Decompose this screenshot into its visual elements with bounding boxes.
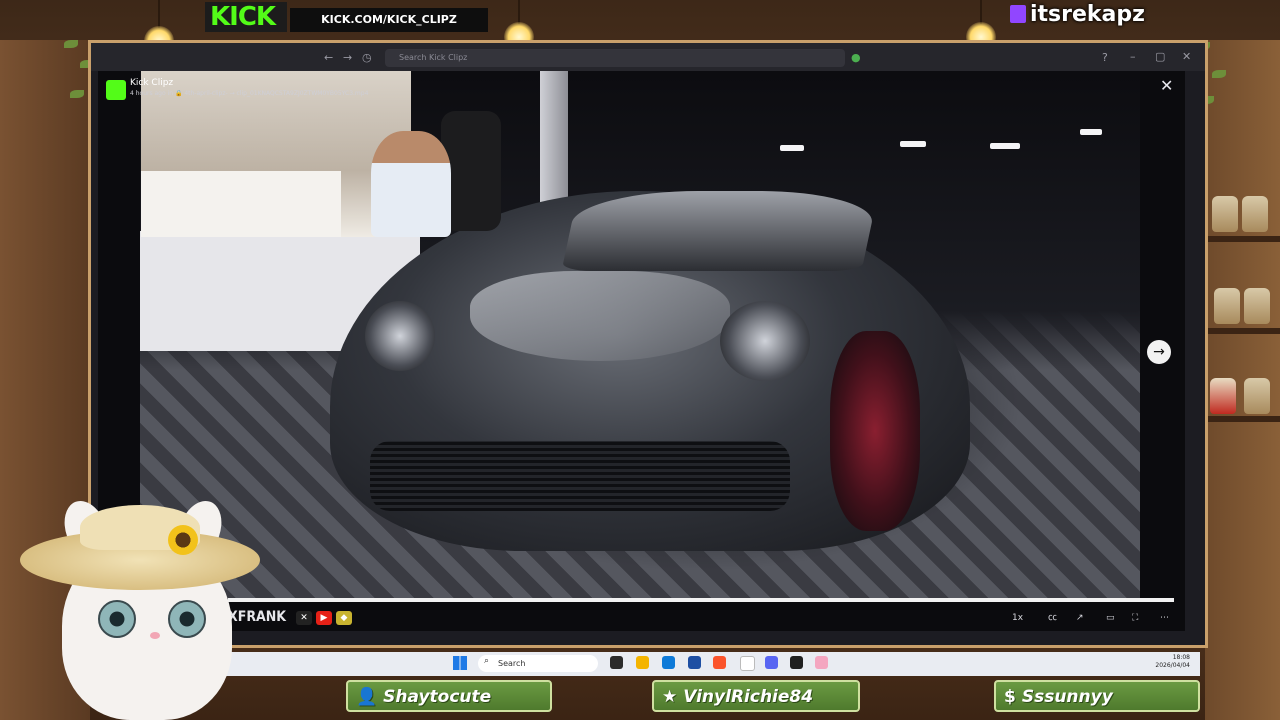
kick-channel-url: KICK.COM/KICK_CLIPZ xyxy=(290,8,488,32)
vine-leaf xyxy=(70,90,84,98)
windows-taskbar xyxy=(222,652,1200,676)
search-icon: ⌕ xyxy=(484,656,490,666)
car-windshield xyxy=(561,191,879,271)
car-wheel xyxy=(830,331,920,531)
cat-nose xyxy=(150,632,160,639)
car-headlight-left xyxy=(365,301,435,371)
extension-icon[interactable]: ● xyxy=(851,51,861,65)
twitch-icon xyxy=(1010,5,1026,23)
twitch-handle-text: itsrekapz xyxy=(1030,2,1145,27)
theater-icon[interactable]: ▭ xyxy=(1106,611,1115,625)
video-progress-fill xyxy=(228,598,1174,602)
jar xyxy=(1244,378,1270,414)
vine-leaf xyxy=(1212,70,1226,78)
star-icon: ★ xyxy=(662,687,678,707)
taskbar-search[interactable]: Search xyxy=(478,655,598,672)
car-grille xyxy=(370,441,790,511)
kick-social-icon: ◆ xyxy=(336,611,352,625)
next-arrow-icon[interactable]: → xyxy=(1147,340,1171,364)
nameplate-follower: 👤 Shaytocute xyxy=(346,680,552,712)
car-headlight-right xyxy=(720,301,810,381)
brave-icon[interactable] xyxy=(713,656,726,669)
ceiling-light xyxy=(900,141,926,147)
twitch-handle: itsrekapz xyxy=(1010,0,1145,30)
car-hood-reflection xyxy=(470,271,730,361)
vine-leaf xyxy=(64,40,78,48)
nameplate-name: VinylRichie84 xyxy=(683,687,814,707)
webcam-bed xyxy=(141,171,341,237)
jar xyxy=(1214,288,1240,324)
light-cord xyxy=(980,0,982,24)
viewer-close-icon[interactable]: ✕ xyxy=(1160,76,1173,96)
light-cord xyxy=(518,0,520,24)
dollar-icon: $ xyxy=(1004,687,1016,707)
history-icon[interactable]: ◷ xyxy=(362,51,372,65)
forward-arrow-icon[interactable]: → xyxy=(343,51,352,65)
clock-date: 2026/04/04 xyxy=(1155,662,1190,669)
fullscreen-icon[interactable]: ⛶ xyxy=(1132,611,1138,625)
obs-icon[interactable] xyxy=(790,656,803,669)
person-icon: 👤 xyxy=(356,687,378,707)
light-cord xyxy=(158,0,160,28)
ceiling-light xyxy=(990,143,1020,149)
back-arrow-icon[interactable]: ← xyxy=(324,51,333,65)
nameplate-donor: $ Sssunnyy xyxy=(994,680,1200,712)
more-options-icon[interactable]: ⋯ xyxy=(1160,611,1169,625)
cat-eye-left xyxy=(98,600,136,638)
webcam-person xyxy=(371,131,451,237)
edge-icon[interactable] xyxy=(662,656,675,669)
taskbar-clock: 18:08 2026/04/04 xyxy=(1150,654,1190,670)
task-view-icon[interactable] xyxy=(610,656,623,669)
kick-logo: KICK xyxy=(210,2,276,32)
maximize-icon[interactable]: ▢ xyxy=(1155,50,1165,64)
channel-avatar xyxy=(106,80,126,100)
cat-eye-right xyxy=(168,600,206,638)
notepad-icon[interactable] xyxy=(740,656,755,671)
store-icon[interactable] xyxy=(688,656,701,669)
minimize-icon[interactable]: – xyxy=(1130,50,1136,64)
shelf-plank xyxy=(1205,236,1280,242)
jar xyxy=(1244,288,1270,324)
discord-icon[interactable] xyxy=(765,656,778,669)
jar xyxy=(1212,196,1238,232)
help-icon[interactable]: ? xyxy=(1102,51,1108,65)
clip-channel-name[interactable]: Kick Clipz xyxy=(130,78,173,88)
x-social-icon: ✕ xyxy=(296,611,312,625)
browser-search-input[interactable]: Search Kick Clipz xyxy=(385,49,845,67)
nameplate-name: Sssunnyy xyxy=(1021,687,1113,707)
clock-time: 18:08 xyxy=(1172,654,1190,661)
nameplate-name: Shaytocute xyxy=(383,687,492,707)
ceiling-light xyxy=(1080,129,1102,135)
jar xyxy=(1210,378,1236,414)
windows-start-icon[interactable] xyxy=(453,656,467,670)
shelf-plank xyxy=(1205,416,1280,422)
jar xyxy=(1242,196,1268,232)
streamer-tag: XFRANK xyxy=(228,609,287,625)
app-icon[interactable] xyxy=(636,656,649,669)
popout-icon[interactable]: ↗ xyxy=(1076,611,1084,625)
shelf-plank xyxy=(1205,328,1280,334)
clip-meta: 4 hours ago in 🔒 4th-april-clipz- → clip… xyxy=(130,90,369,97)
ceiling-light xyxy=(780,145,804,151)
sunflower-icon xyxy=(168,525,198,555)
youtube-icon: ▶ xyxy=(316,611,332,625)
playback-rate[interactable]: 1x xyxy=(1012,611,1023,625)
app-icon[interactable] xyxy=(815,656,828,669)
captions-icon[interactable]: ㏄ xyxy=(1048,611,1057,625)
window-close-icon[interactable]: ✕ xyxy=(1182,50,1191,64)
nameplate-subscriber: ★ VinylRichie84 xyxy=(652,680,860,712)
